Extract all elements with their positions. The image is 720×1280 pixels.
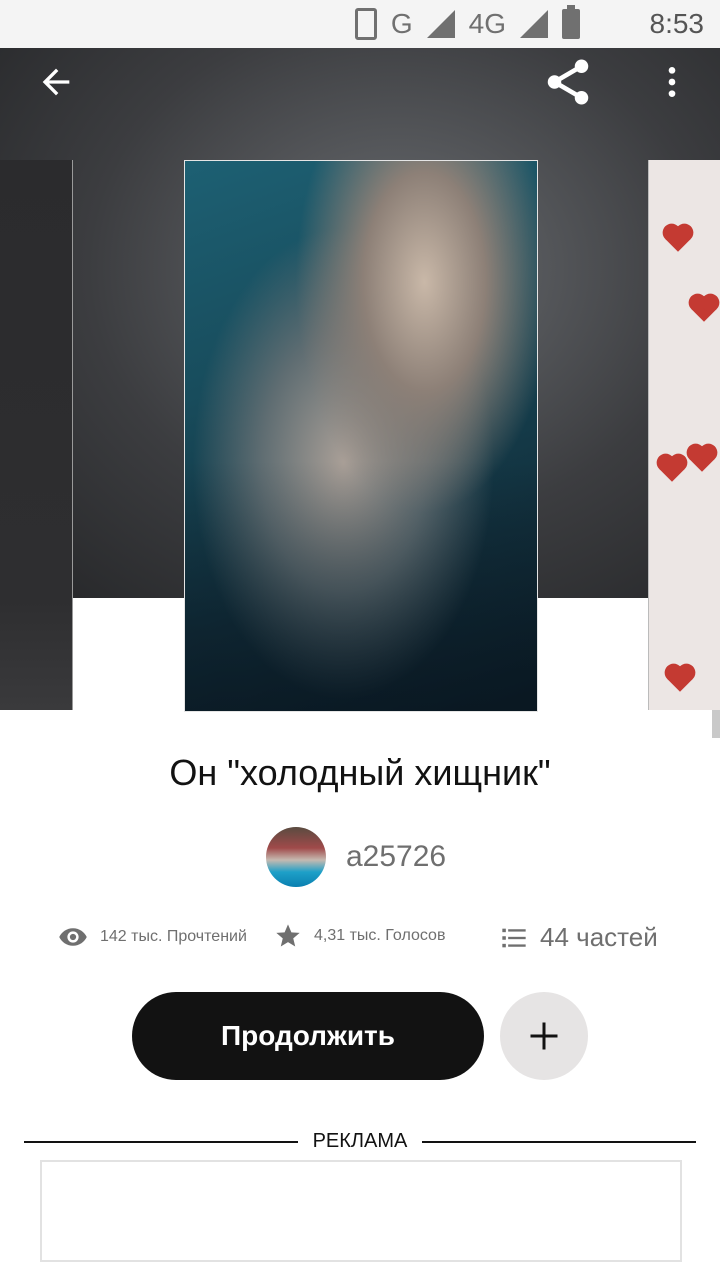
author-avatar[interactable] bbox=[266, 827, 326, 887]
story-title: Он "холодный хищник" bbox=[169, 752, 551, 793]
signal-icon bbox=[426, 10, 455, 38]
plus-icon bbox=[530, 1022, 558, 1050]
ad-divider: РЕКЛАМА bbox=[24, 1130, 696, 1154]
heart-decoration bbox=[665, 226, 691, 252]
cover-shading bbox=[185, 461, 537, 711]
votes-count: 4,31 тыс. Голосов bbox=[314, 927, 446, 944]
divider-line-right bbox=[422, 1141, 696, 1143]
share-button[interactable] bbox=[540, 54, 596, 110]
scrollbar[interactable] bbox=[712, 710, 720, 738]
votes-stat: 4,31 тыс. Голосов bbox=[274, 922, 445, 950]
heart-decoration bbox=[667, 666, 693, 692]
more-vert-icon bbox=[668, 67, 676, 97]
more-options-button[interactable] bbox=[644, 54, 700, 110]
status-time: 8:53 bbox=[649, 8, 705, 39]
continue-reading-button[interactable]: Продолжить bbox=[132, 992, 484, 1080]
author-link[interactable]: a25726 bbox=[266, 826, 446, 888]
network-4g-label: 4G bbox=[468, 8, 506, 39]
star-icon bbox=[276, 924, 300, 947]
author-name[interactable]: a25726 bbox=[346, 840, 446, 874]
status-icons: G 4G bbox=[354, 5, 580, 40]
heart-decoration bbox=[689, 446, 715, 472]
eye-icon bbox=[59, 928, 87, 946]
heart-decoration bbox=[691, 296, 717, 322]
next-story-cover[interactable] bbox=[648, 160, 720, 710]
reads-count: 142 тыс. Прочтений bbox=[100, 928, 247, 945]
previous-story-cover[interactable] bbox=[0, 160, 73, 710]
parts-stat[interactable]: 44 частей bbox=[500, 922, 658, 953]
story-stats: 142 тыс. Прочтений 4,31 тыс. Голосов 44 … bbox=[58, 922, 678, 962]
share-icon bbox=[547, 59, 589, 105]
reads-stat: 142 тыс. Прочтений bbox=[58, 922, 247, 952]
add-to-library-button[interactable] bbox=[500, 992, 588, 1080]
parts-count[interactable]: 44 частей bbox=[540, 922, 658, 953]
back-button[interactable] bbox=[28, 54, 84, 110]
back-arrow-icon bbox=[42, 68, 70, 96]
ad-label: РЕКЛАМА bbox=[312, 1130, 408, 1152]
status-bar: G 4G 8:53 bbox=[0, 0, 720, 48]
ad-container[interactable] bbox=[40, 1160, 682, 1262]
signal-4g-icon bbox=[520, 10, 548, 38]
story-cover-image[interactable] bbox=[184, 160, 538, 712]
battery-icon bbox=[562, 5, 580, 39]
divider-line-left bbox=[24, 1141, 298, 1143]
heart-decoration bbox=[659, 456, 685, 482]
list-icon bbox=[502, 928, 526, 947]
vibrate-icon bbox=[354, 8, 377, 40]
network-g-label: G bbox=[390, 8, 413, 39]
